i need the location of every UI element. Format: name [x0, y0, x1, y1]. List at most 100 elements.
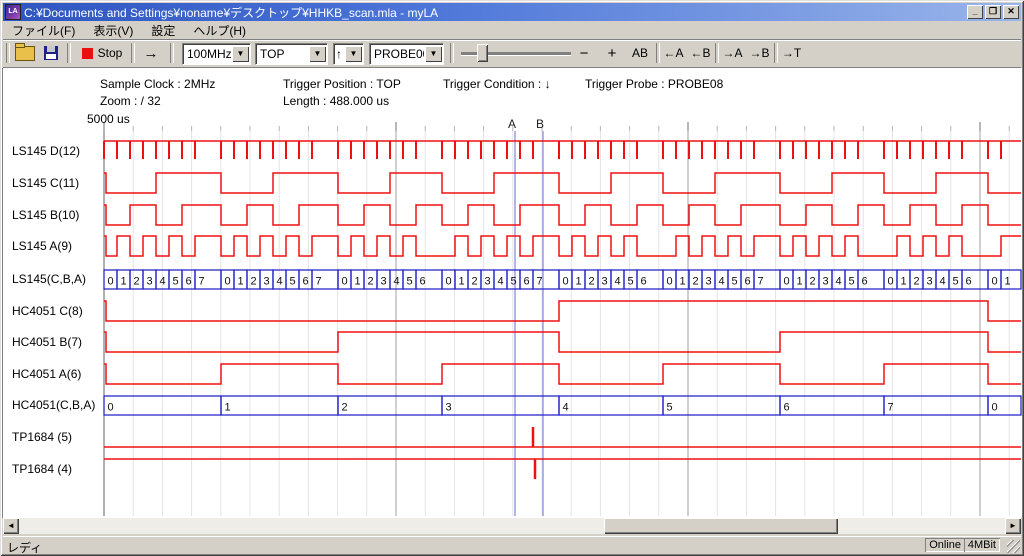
channel-label: LS145 C(11) [12, 176, 79, 190]
trigger-probe-combobox[interactable]: PROBE00 ▼ [369, 43, 444, 65]
bus-cell-value: 7 [757, 276, 763, 288]
bus-cell-value: 4 [276, 276, 282, 288]
stop-button[interactable]: Stop [77, 42, 127, 64]
bus-cell [884, 396, 988, 415]
waveform-plot: AB01234567012345670123456012345670123456… [2, 68, 1022, 518]
move-b-right-button[interactable]: →B [747, 42, 772, 64]
bus-cell-value: 1 [679, 276, 685, 288]
app-icon: LA [5, 4, 21, 20]
sample-clock-combobox[interactable]: 100MHz ▼ [182, 43, 251, 65]
bus-cell-value: 3 [263, 276, 269, 288]
open-button[interactable] [13, 42, 37, 64]
goto-trigger-button[interactable]: →T [779, 42, 804, 64]
dropdown-arrow-icon[interactable]: ▼ [345, 46, 362, 62]
bus-cell-value: 1 [900, 276, 906, 288]
bus-cell-value: 3 [484, 276, 490, 288]
menu-settings[interactable]: 設定 [142, 21, 184, 40]
open-folder-icon [15, 46, 35, 61]
zoom-out-button[interactable]: − [573, 42, 595, 64]
ab-button[interactable]: AB [627, 42, 653, 64]
channel-label: LS145 D(12) [12, 144, 80, 158]
trigger-probe-info: Trigger Probe : PROBE08 [585, 77, 723, 91]
close-button[interactable]: ✕ [1003, 5, 1019, 19]
trigger-edge-combobox[interactable]: ↑ ▼ [333, 43, 364, 65]
waveform-ls145-c-11- [104, 173, 1021, 193]
dropdown-arrow-icon[interactable]: ▼ [425, 46, 442, 62]
bus-cell-value: 2 [809, 276, 815, 288]
bus-cell-value: 3 [380, 276, 386, 288]
status-online: Online [925, 538, 965, 552]
bus-cell-value: 3 [822, 276, 828, 288]
toolbar-separator [450, 43, 454, 63]
bus-cell-value: 5 [510, 276, 516, 288]
sample-clock-info: Sample Clock : 2MHz [100, 77, 215, 91]
bus-cell-value: 5 [731, 276, 737, 288]
bus-cell-value: 2 [341, 402, 347, 414]
move-a-right-button[interactable]: →A [720, 42, 745, 64]
toolbar-separator [715, 43, 719, 63]
bus-cell-value: 3 [926, 276, 932, 288]
cursor-label-a: A [508, 117, 516, 131]
channel-label: HC4051 A(6) [12, 367, 81, 381]
menu-help[interactable]: ヘルプ(H) [184, 21, 255, 40]
bus-cell-value: 5 [172, 276, 178, 288]
resize-grip[interactable] [1007, 540, 1020, 553]
waveform-ls145-a-9- [104, 236, 1021, 256]
length-info: Length : 488.000 us [283, 94, 389, 108]
channel-label: HC4051 C(8) [12, 304, 83, 318]
bus-cell-value: 7 [887, 402, 893, 414]
trigger-position-combobox[interactable]: TOP ▼ [255, 43, 328, 65]
bus-cell-value: 0 [341, 276, 347, 288]
bus-cell-value: 4 [939, 276, 945, 288]
waveform-hc4051-a-6- [104, 364, 1021, 384]
trigger-position-info: Trigger Position : TOP [283, 77, 401, 91]
bus-cell-value: 2 [133, 276, 139, 288]
dropdown-arrow-icon[interactable]: ▼ [309, 46, 326, 62]
stop-icon [82, 48, 93, 59]
menu-file[interactable]: ファイル(F) [3, 21, 84, 40]
dropdown-arrow-icon[interactable]: ▼ [232, 46, 249, 62]
app-window: LA C:¥Documents and Settings¥noname¥デスクト… [0, 0, 1024, 556]
bus-cell-value: 6 [965, 276, 971, 288]
bus-cell-value: 0 [107, 276, 113, 288]
toolbar-separator [774, 43, 778, 63]
channel-label: LS145(C,B,A) [12, 272, 86, 286]
zoom-slider-thumb[interactable] [477, 44, 488, 62]
zoom-slider[interactable] [461, 43, 571, 63]
waveform-hc4051-c-8- [104, 301, 1021, 321]
save-button[interactable] [39, 42, 63, 64]
run-button[interactable]: → [137, 42, 165, 64]
horizontal-scrollbar[interactable]: ◄ ► [3, 518, 1021, 534]
bus-cell-value: 2 [471, 276, 477, 288]
bus-cell-value: 4 [614, 276, 620, 288]
minimize-button[interactable]: _ [967, 5, 983, 19]
bus-cell-value: 4 [718, 276, 724, 288]
toolbar: Stop → 100MHz ▼ TOP ▼ ↑ ▼ PROBE00 ▼ − + … [3, 40, 1021, 68]
scroll-left-arrow[interactable]: ◄ [3, 518, 19, 534]
bus-cell-value: 1 [458, 276, 464, 288]
toolbar-separator [131, 43, 135, 63]
trigger-edge-value: ↑ [334, 47, 344, 61]
menu-view[interactable]: 表示(V) [84, 21, 142, 40]
toolbar-separator [67, 43, 71, 63]
bus-cell-value: 3 [146, 276, 152, 288]
stop-label: Stop [98, 46, 123, 60]
waveform-hc4051-b-7- [104, 332, 1021, 352]
bus-cell-value: 0 [783, 276, 789, 288]
bus-cell-value: 0 [887, 276, 893, 288]
save-floppy-icon [44, 46, 58, 60]
scroll-right-arrow[interactable]: ► [1005, 518, 1021, 534]
bus-cell-value: 6 [302, 276, 308, 288]
move-a-left-button[interactable]: ←A [661, 42, 686, 64]
bus-cell [442, 396, 559, 415]
bus-cell-value: 4 [497, 276, 503, 288]
bus-cell-value: 7 [536, 276, 542, 288]
scrollbar-thumb[interactable] [604, 518, 838, 534]
bus-cell-value: 0 [666, 276, 672, 288]
move-b-left-button[interactable]: ←B [688, 42, 713, 64]
bus-cell-value: 1 [796, 276, 802, 288]
zoom-in-button[interactable]: + [601, 42, 623, 64]
maximize-button[interactable]: ❐ [985, 5, 1001, 19]
bus-cell-value: 0 [991, 276, 997, 288]
bus-cell-value: 2 [692, 276, 698, 288]
